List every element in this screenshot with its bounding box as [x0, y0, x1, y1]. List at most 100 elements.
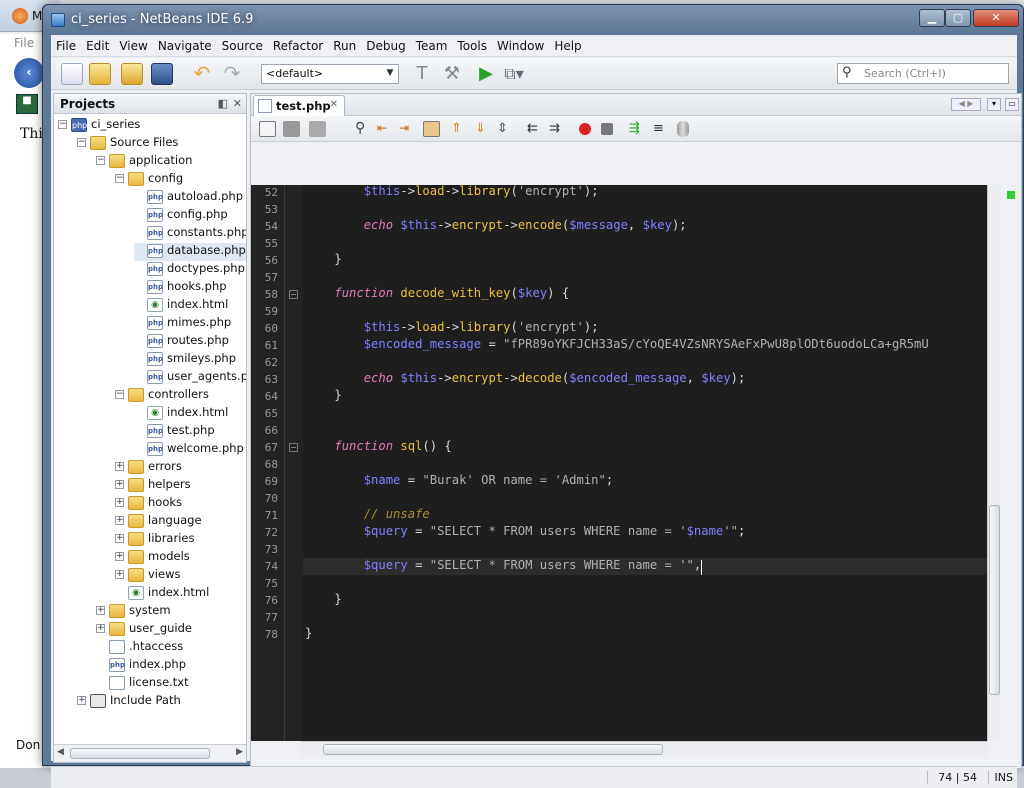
source-history-icon[interactable]	[259, 121, 276, 137]
editor-horizontal-scrollbar[interactable]	[301, 741, 987, 757]
collapse-icon[interactable]: −	[77, 138, 86, 147]
tree-node[interactable]: − controllers	[115, 387, 209, 405]
search-input[interactable]: ⚲ Search (Ctrl+I)	[837, 63, 1009, 84]
menu-tools[interactable]: Tools	[452, 35, 492, 57]
expand-icon[interactable]: +	[115, 552, 124, 561]
run-icon[interactable]: ▶	[475, 63, 497, 85]
stop-macro-icon[interactable]	[601, 123, 613, 135]
tree-node[interactable]: php mimes.php	[134, 315, 231, 333]
menu-debug[interactable]: Debug	[361, 35, 410, 57]
tree-node[interactable]: php routes.php	[134, 333, 229, 351]
code-line[interactable]: $this->load->library('encrypt');	[305, 320, 599, 334]
tree-node[interactable]: license.txt	[96, 675, 189, 693]
save-all-icon[interactable]	[151, 63, 173, 85]
back-nav-icon[interactable]	[283, 121, 300, 137]
tree-node[interactable]: .htaccess	[96, 639, 183, 657]
expand-icon[interactable]: +	[96, 624, 105, 633]
tree-node[interactable]: + system	[96, 603, 171, 621]
scroll-left-icon[interactable]: ◀	[57, 747, 64, 757]
code-line[interactable]: }	[305, 592, 341, 606]
tree-node[interactable]: php test.php	[134, 423, 215, 441]
code-line[interactable]: $query = "SELECT * FROM users WHERE name…	[305, 524, 746, 538]
tree-node[interactable]: php doctypes.php	[134, 261, 245, 279]
expand-icon[interactable]: +	[115, 534, 124, 543]
find-icon[interactable]: ⚲	[355, 121, 372, 137]
undo-icon[interactable]: ↶	[191, 63, 213, 85]
tree-node[interactable]: php database.php	[134, 243, 246, 261]
code-line[interactable]: $query = "SELECT * FROM users WHERE name…	[305, 558, 702, 572]
scroll-right-icon[interactable]: ▶	[236, 747, 243, 757]
shift-left-icon[interactable]: ⇇	[527, 121, 544, 137]
vertical-scroll-thumb[interactable]	[989, 505, 1000, 695]
code-area[interactable]: 52 53 54 55 56 57 58 59 60 61 62 63 64 65 66 67 68 69 70 71…	[251, 185, 987, 741]
menu-help[interactable]: Help	[549, 35, 586, 57]
record-macro-icon[interactable]	[579, 123, 591, 135]
tree-node[interactable]: − Source Files	[77, 135, 178, 153]
maximize-button[interactable]: ▢	[945, 9, 971, 27]
tree-node[interactable]: + user_guide	[96, 621, 192, 639]
collapse-icon[interactable]: −	[115, 390, 124, 399]
fold-toggle-icon[interactable]: −	[289, 290, 298, 299]
new-project-icon[interactable]	[89, 63, 111, 85]
expand-icon[interactable]: +	[115, 498, 124, 507]
tree-node[interactable]: − config	[115, 171, 183, 189]
tree-node[interactable]: php smileys.php	[134, 351, 236, 369]
code-line[interactable]: $name = "Burak' OR name = 'Admin";	[305, 473, 613, 487]
title-bar[interactable]: ci_series - NetBeans IDE 6.9 ▁ ▢ ✕	[43, 5, 1023, 35]
tree-node[interactable]: ◉ index.html	[134, 297, 228, 315]
tree-node[interactable]: + Include Path	[77, 693, 181, 711]
toggle-highlight-icon[interactable]	[423, 121, 440, 137]
tree-node[interactable]: php welcome.php	[134, 441, 244, 459]
collapse-icon[interactable]: −	[96, 156, 105, 165]
code-line[interactable]: $this->load->library('encrypt');	[305, 185, 599, 198]
menu-source[interactable]: Source	[217, 35, 268, 57]
clean-build-icon[interactable]: ⚒	[441, 63, 463, 85]
menu-window[interactable]: Window	[492, 35, 549, 57]
tab-test-php[interactable]: test.php ✕	[253, 95, 345, 116]
tree-node[interactable]: + helpers	[115, 477, 191, 495]
code-line[interactable]: }	[305, 626, 312, 640]
menu-file[interactable]: File	[51, 35, 81, 57]
collapse-icon[interactable]: −	[58, 120, 67, 129]
next-bookmark-icon[interactable]: ⇓	[475, 121, 492, 137]
tree-node[interactable]: + libraries	[115, 531, 194, 549]
code-line[interactable]: }	[305, 252, 341, 266]
tree-node[interactable]: php hooks.php	[134, 279, 227, 297]
code-line[interactable]: function sql() {	[305, 439, 451, 453]
code-line[interactable]: function decode_with_key($key) {	[305, 286, 569, 300]
tree-node[interactable]: ◉ index.html	[115, 585, 209, 603]
format-icon[interactable]: ≡	[653, 121, 670, 137]
menu-team[interactable]: Team	[411, 35, 453, 57]
tree-node[interactable]: php user_agents.ph	[134, 369, 246, 387]
menu-edit[interactable]: Edit	[81, 35, 114, 57]
shift-right-icon[interactable]: ⇉	[549, 121, 566, 137]
expand-icon[interactable]: +	[115, 462, 124, 471]
maximize-editor-icon[interactable]: ▭	[1005, 98, 1019, 111]
menu-refactor[interactable]: Refactor	[268, 35, 328, 57]
fold-margin[interactable]: − −	[285, 185, 303, 741]
build-icon[interactable]: T	[411, 63, 433, 85]
code-line[interactable]: // unsafe	[305, 507, 430, 521]
back-icon[interactable]: ‹	[14, 58, 44, 88]
tree-node[interactable]: + errors	[115, 459, 182, 477]
tree-node[interactable]: + views	[115, 567, 180, 585]
find-next-icon[interactable]: ⇥	[399, 121, 416, 137]
browser-file-menu[interactable]: File	[14, 36, 34, 50]
tree-node[interactable]: − application	[96, 153, 192, 171]
tree-node[interactable]: php autoload.php	[134, 189, 243, 207]
tree-node[interactable]: + language	[115, 513, 202, 531]
previous-bookmark-icon[interactable]: ⇑	[451, 121, 468, 137]
scroll-thumb[interactable]	[70, 748, 210, 759]
tree-node[interactable]: php config.php	[134, 207, 228, 225]
close-button[interactable]: ✕	[973, 9, 1019, 27]
redo-icon[interactable]: ↷	[221, 63, 243, 85]
new-file-icon[interactable]	[61, 63, 83, 85]
expand-icon[interactable]: +	[115, 480, 124, 489]
tree-node[interactable]: php constants.php	[134, 225, 246, 243]
minimize-button[interactable]: ▁	[919, 9, 945, 27]
expand-icon[interactable]: +	[115, 516, 124, 525]
forward-nav-icon[interactable]	[309, 121, 326, 137]
start-pattern-icon[interactable]: ⇶	[629, 121, 646, 137]
toggle-bookmark-icon[interactable]: ⇕	[497, 121, 514, 137]
editor-vertical-scrollbar[interactable]	[987, 185, 1001, 741]
